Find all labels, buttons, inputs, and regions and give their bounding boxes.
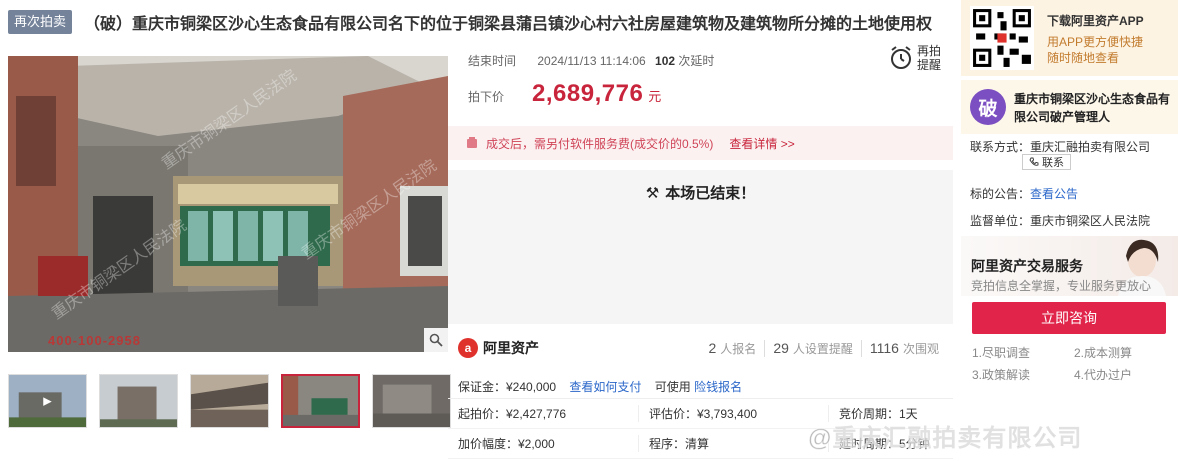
supervising-court: 监督单位：重庆市铜梁区人民法院 xyxy=(970,214,1151,228)
thumbnail[interactable]: ▶ xyxy=(8,374,87,428)
contact-button[interactable]: 联系 xyxy=(1022,154,1071,170)
auction-ended-panel: ⚒ 本场已结束！ xyxy=(448,170,953,324)
fee-details-link[interactable]: 查看详情 >> xyxy=(729,135,794,152)
how-to-pay-link[interactable]: 查看如何支付 xyxy=(569,380,641,394)
title-row: 再次拍卖 （破）重庆市铜梁区沙心生态食品有限公司名下的位于铜梁县蒲吕镇沙心村六社… xyxy=(8,8,953,36)
app-download-title: 下载阿里资产APP xyxy=(1047,14,1144,28)
notice-row: 标的公告：查看公告 xyxy=(970,185,1078,202)
stats-row: a 阿里资产 2 人报名 29 人设置提醒 1116 次围观 xyxy=(448,332,953,364)
final-price-row: 拍下价 2,689,776 元 xyxy=(468,80,661,108)
app-sub-line: 用APP更方便快捷 xyxy=(1047,35,1144,49)
auction-ended-message: ⚒ 本场已结束！ xyxy=(448,182,953,203)
reminder-number: 29 xyxy=(773,339,789,356)
appraisal-price: 评估价：¥3,793,400 xyxy=(638,405,828,422)
service-fee-notice: 成交后，需另付软件服务费(成交价的0.5%) 查看详情 >> xyxy=(448,126,953,160)
thumbnail-image xyxy=(191,375,268,427)
deposit-amount: 保证金：¥240,000 xyxy=(458,380,557,394)
end-time-label: 结束时间 xyxy=(468,54,517,68)
reminder-label: 人设置提醒 xyxy=(792,341,853,356)
ali-asset-logo-icon: a xyxy=(458,338,478,358)
auction-ended-text: 本场已结束！ xyxy=(665,185,756,202)
thumbnail-strip: ▶ xyxy=(8,374,451,428)
bid-increment: 加价幅度：¥2,000 xyxy=(458,437,555,451)
service-item[interactable]: 2.成本测算 xyxy=(1074,344,1132,361)
qr-code-icon xyxy=(970,6,1034,70)
reauction-remind-button[interactable]: 再拍 提醒 xyxy=(888,40,948,76)
service-title: 阿里资产交易服务 xyxy=(971,258,1083,274)
app-download-box[interactable]: 下载阿里资产APP 用APP更方便快捷 随时随地查看 xyxy=(961,0,1178,76)
thumbnail-image xyxy=(283,376,358,426)
view-count: 1116 次围观 xyxy=(860,339,947,357)
thumbnail[interactable] xyxy=(372,374,451,428)
seller-box: 破 重庆市铜梁区沙心生态食品有限公司破产管理人 xyxy=(961,80,1178,134)
reauction-badge: 再次拍卖 xyxy=(8,10,73,34)
start-price: 起拍价：¥2,427,776 xyxy=(458,407,567,421)
alarm-clock-icon xyxy=(891,46,911,69)
phone-icon xyxy=(1029,157,1039,166)
signup-number: 2 xyxy=(708,339,717,356)
available-label: 可使用 xyxy=(654,380,691,394)
thumbnail[interactable] xyxy=(99,374,178,428)
view-label: 次围观 xyxy=(902,341,939,356)
page-title: （破）重庆市铜梁区沙心生态食品有限公司名下的位于铜梁县蒲吕镇沙心村六社房屋建筑物… xyxy=(84,16,933,33)
view-notice-link[interactable]: 查看公告 xyxy=(1030,187,1078,201)
auction-info: 结束时间 2024/11/13 11:14:06 102 次延时 再拍 提醒 拍… xyxy=(458,40,954,120)
insurance-signup-link[interactable]: 险钱报名 xyxy=(694,380,742,394)
right-sidebar: 下载阿里资产APP 用APP更方便快捷 随时随地查看 破 重庆市铜梁区沙心生态食… xyxy=(961,0,1178,461)
procedure: 程序：清算 xyxy=(638,435,828,452)
reminder-count: 29 人设置提醒 xyxy=(764,339,861,357)
delay-count: 102 xyxy=(655,54,676,68)
service-item[interactable]: 1.尽职调查 xyxy=(972,344,1030,361)
service-banner: 阿里资产交易服务 竞拍信息全掌握，专业服务更放心 xyxy=(961,236,1178,296)
service-item[interactable]: 3.政策解读 xyxy=(972,366,1030,383)
notice-label: 标的公告： xyxy=(970,187,1031,201)
service-item[interactable]: 4.代办过户 xyxy=(1074,366,1132,383)
thumbnail-active[interactable] xyxy=(281,374,360,428)
seller-name[interactable]: 重庆市铜梁区沙心生态食品有限公司破产管理人 xyxy=(1014,90,1174,126)
signup-label: 人报名 xyxy=(720,341,757,356)
app-sub-line: 随时随地查看 xyxy=(1047,51,1120,65)
deposit-row: 保证金：¥240,000 查看如何支付 可使用 险钱报名 xyxy=(458,378,742,395)
contact-button-label: 联系 xyxy=(1042,157,1064,169)
signup-count: 2 人报名 xyxy=(701,340,765,357)
gavel-icon: ⚒ xyxy=(645,185,660,202)
main-photo[interactable]: 重庆市铜梁区人民法院 重庆市铜梁区人民法院 重庆市铜梁区人民法院 400-100… xyxy=(8,56,448,352)
final-price-value: 2,689,776 xyxy=(532,80,644,107)
phone-watermark: 400-100-2958 xyxy=(48,333,141,348)
weibo-watermark: @重庆汇融拍卖有限公司 xyxy=(807,425,1083,453)
thumbnail-image xyxy=(373,375,450,427)
contact-info: 联系方式：重庆汇融拍卖有限公司 xyxy=(970,140,1151,154)
price-unit: 元 xyxy=(648,89,662,104)
ali-asset-brand: 阿里资产 xyxy=(483,340,539,356)
final-price-label: 拍下价 xyxy=(468,90,505,104)
end-time-row: 结束时间 2024/11/13 11:14:06 102 次延时 xyxy=(468,52,714,69)
remind-label: 提醒 xyxy=(917,58,942,72)
end-time-value: 2024/11/13 11:14:06 xyxy=(537,54,646,68)
service-subtitle: 竞拍信息全掌握，专业服务更放心 xyxy=(971,279,1152,293)
seller-avatar: 破 xyxy=(970,89,1006,125)
consult-now-button[interactable]: 立即咨询 xyxy=(972,302,1166,334)
delay-label: 次延时 xyxy=(678,54,715,68)
remind-label: 再拍 xyxy=(917,44,942,58)
fee-notice-text: 成交后，需另付软件服务费(成交价的0.5%) xyxy=(486,136,714,151)
view-number: 1116 xyxy=(869,339,899,356)
zoom-button[interactable] xyxy=(424,328,448,352)
stats-counters: 2 人报名 29 人设置提醒 1116 次围观 xyxy=(701,338,948,358)
fee-icon xyxy=(467,137,477,148)
play-icon: ▶ xyxy=(43,395,52,408)
app-download-subtitle: 用APP更方便快捷 随时随地查看 xyxy=(1047,34,1143,66)
thumbnail-image xyxy=(100,375,177,427)
zoom-icon xyxy=(429,333,443,347)
ali-asset-logo: a 阿里资产 xyxy=(458,338,539,358)
thumbnail[interactable] xyxy=(190,374,269,428)
